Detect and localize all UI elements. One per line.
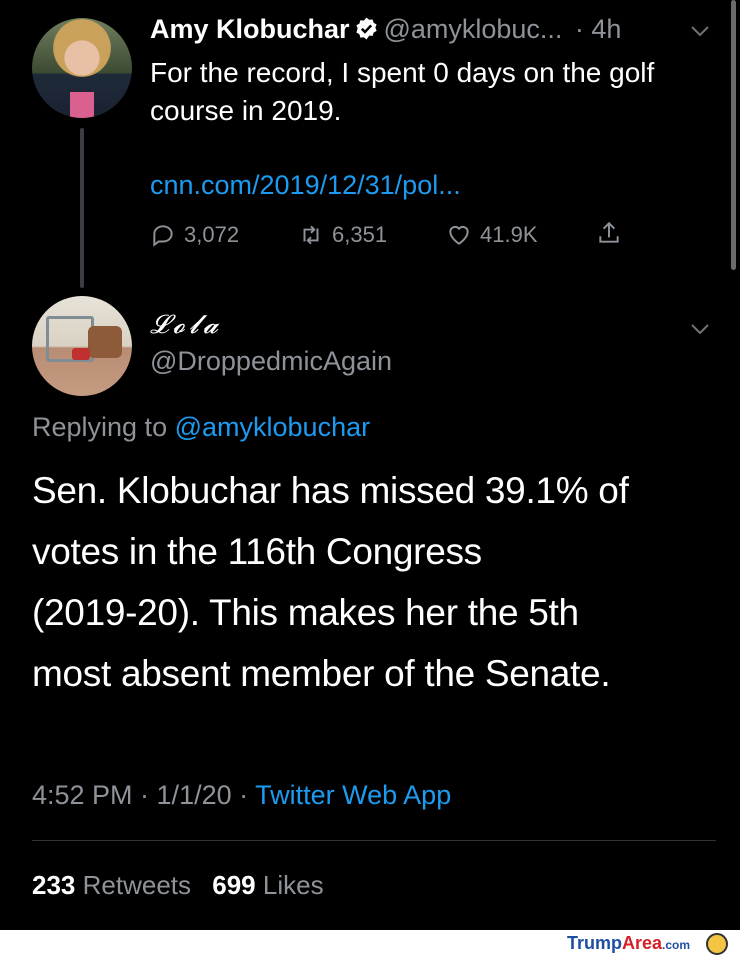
likes-stat[interactable]: 699 Likes	[212, 870, 323, 900]
like-button[interactable]: 41.9K	[446, 222, 538, 248]
retweets-label: Retweets	[82, 870, 192, 900]
avatar-lola[interactable]	[32, 296, 132, 396]
tweet1-text-line: course in 2019.	[150, 95, 342, 126]
like-count: 41.9K	[480, 222, 538, 247]
tweet1-text: For the record, I spent 0 days on the go…	[150, 54, 654, 130]
tweet2-source-app[interactable]: Twitter Web App	[255, 780, 451, 810]
tweet1-header: Amy Klobuchar @amyklobuc... · 4h	[150, 14, 621, 45]
retweet-button[interactable]: 6,351	[298, 222, 387, 248]
tweet1-timestamp[interactable]: · 4h	[575, 14, 622, 44]
tweet2-text-line: votes in the 116th Congress	[32, 531, 482, 572]
share-button[interactable]	[596, 220, 622, 246]
tweet1-chevron-down-icon[interactable]	[690, 24, 710, 38]
brand-area: Area	[621, 933, 662, 953]
reply-count: 3,072	[184, 222, 240, 247]
retweet-icon	[303, 225, 319, 245]
divider	[32, 840, 716, 841]
likes-total: 699	[212, 870, 256, 900]
thread-line	[80, 128, 84, 288]
brand-logo-icon	[706, 933, 728, 955]
reply-icon	[153, 225, 173, 247]
tweet2-text-line: Sen. Klobuchar has missed 39.1% of	[32, 470, 629, 511]
replying-prefix: Replying to	[32, 412, 168, 442]
tweet2-text-line: (2019-20). This makes her the 5th	[32, 592, 579, 633]
verified-icon	[356, 17, 377, 40]
scrollbar[interactable]	[731, 0, 736, 270]
tweet1-text-line: For the record, I spent 0 days on the go…	[150, 57, 655, 88]
likes-label: Likes	[262, 870, 324, 900]
brand-com: .com	[661, 938, 690, 952]
retweet-count: 6,351	[332, 222, 388, 247]
tweet1-handle[interactable]: @amyklobuc...	[383, 14, 562, 44]
retweets-total: 233	[32, 870, 76, 900]
tweet2-stats: 233 Retweets 699 Likes	[32, 870, 324, 901]
tweet2-chevron-down-icon[interactable]	[690, 322, 710, 336]
tweet2-text-line: most absent member of the Senate.	[32, 653, 611, 694]
replying-to: Replying to @amyklobuchar	[32, 412, 370, 443]
reply-button[interactable]: 3,072	[150, 222, 239, 248]
tweet2-timestamp[interactable]: 4:52 PM · 1/1/20 ·	[32, 780, 255, 810]
tweet2-handle[interactable]: @DroppedmicAgain	[150, 346, 392, 377]
tweet1-link[interactable]: cnn.com/2019/12/31/pol...	[150, 170, 461, 201]
retweets-stat[interactable]: 233 Retweets	[32, 870, 191, 900]
share-icon	[599, 221, 619, 243]
watermark-brand: TrumpArea.com	[567, 933, 690, 954]
tweet2-author-name[interactable]: 𝓛𝓸𝓵𝓪	[150, 310, 222, 341]
avatar-amy-klobuchar[interactable]	[32, 18, 132, 118]
tweet1-author-name[interactable]: Amy Klobuchar	[150, 14, 350, 44]
brand-trump: Trump	[566, 933, 622, 953]
tweet2-meta: 4:52 PM · 1/1/20 · Twitter Web App	[32, 780, 451, 811]
replying-to-handle[interactable]: @amyklobuchar	[175, 412, 371, 442]
heart-icon	[449, 225, 469, 245]
tweet2-text: Sen. Klobuchar has missed 39.1% of votes…	[32, 460, 629, 704]
